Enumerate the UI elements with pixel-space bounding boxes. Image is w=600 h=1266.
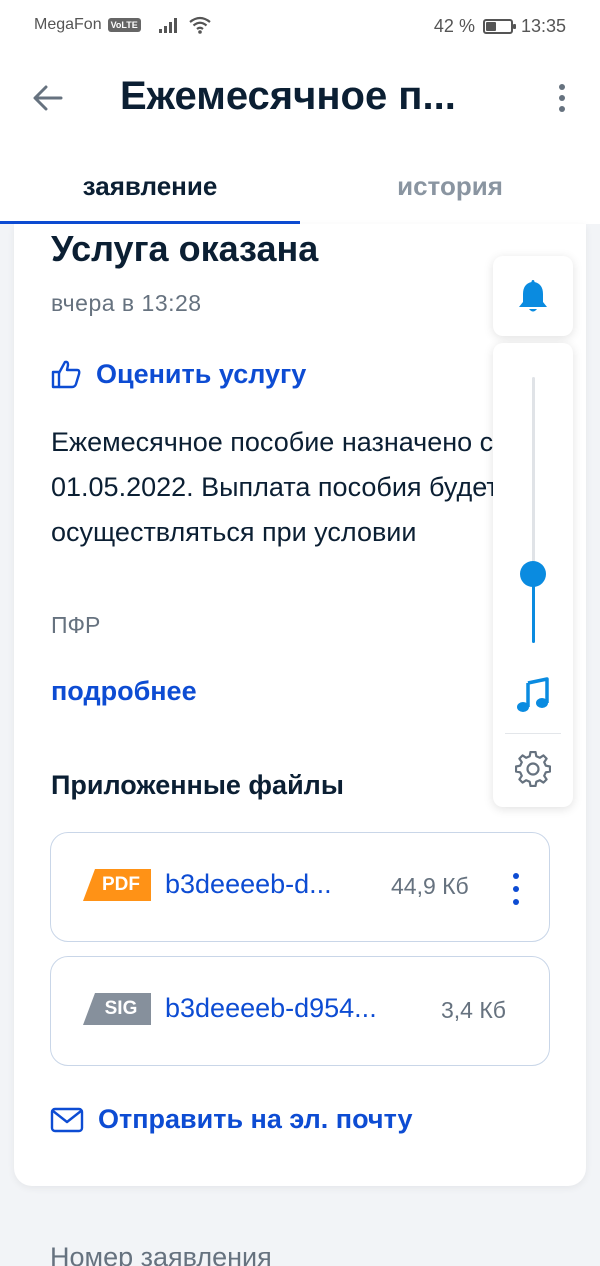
back-button[interactable] xyxy=(28,78,68,118)
more-dot xyxy=(559,84,565,90)
status-timestamp: вчера в 13:28 xyxy=(51,290,202,316)
volume-panel-divider xyxy=(505,733,561,734)
file-item[interactable]: PDF b3deeeeb-d... 44,9 Кб xyxy=(50,832,550,942)
carrier-name: MegaFon xyxy=(34,16,102,33)
source-agency: ПФР xyxy=(51,612,101,638)
file-item[interactable]: SIG b3deeeeb-d954... 3,4 Кб xyxy=(50,956,550,1066)
tab-history[interactable]: история xyxy=(300,148,600,224)
application-number-label: Номер заявления xyxy=(50,1242,272,1266)
file-size: 44,9 Кб xyxy=(391,873,469,899)
tab-bar: заявление история xyxy=(0,148,600,224)
more-dot xyxy=(513,873,519,879)
rate-service-label: Оценить услугу xyxy=(96,358,307,389)
more-dot xyxy=(559,106,565,112)
status-bar-left: MegaFon VoLTE xyxy=(34,16,211,34)
signal-icon xyxy=(158,17,177,33)
battery-percent: 42 % xyxy=(433,16,475,36)
volume-slider-track[interactable] xyxy=(532,377,535,643)
file-more-button[interactable] xyxy=(511,873,521,905)
volume-panel xyxy=(493,343,573,807)
thumbs-up-icon xyxy=(51,360,81,389)
send-email-label: Отправить на эл. почту xyxy=(98,1104,413,1134)
rate-service-link[interactable]: Оценить услугу xyxy=(50,358,306,390)
arrow-left-icon xyxy=(33,85,63,111)
status-title: Услуга оказана xyxy=(51,228,319,269)
attached-files-heading: Приложенные файлы xyxy=(51,770,344,800)
clock: 13:35 xyxy=(520,16,566,36)
bell-icon xyxy=(519,280,547,312)
more-dot xyxy=(559,95,565,101)
status-bar-right: 42 % 13:35 xyxy=(434,16,566,37)
music-note-icon xyxy=(517,677,549,712)
file-size: 3,4 Кб xyxy=(441,997,506,1023)
gear-icon[interactable] xyxy=(515,751,551,787)
envelope-icon xyxy=(50,1107,84,1132)
send-email-link[interactable]: Отправить на эл. почту xyxy=(50,1104,413,1135)
tab-application[interactable]: заявление xyxy=(0,148,300,224)
battery-icon xyxy=(482,19,516,34)
file-name: b3deeeeb-d954... xyxy=(165,993,377,1023)
details-link[interactable]: подробнее xyxy=(51,676,197,707)
page-title: Ежемесячное п... xyxy=(120,74,456,118)
status-bar: MegaFon VoLTE 42 % 13:35 xyxy=(0,0,600,52)
ringer-mode-button[interactable] xyxy=(493,256,573,336)
more-menu-button[interactable] xyxy=(550,78,574,118)
more-dot xyxy=(513,886,519,892)
volume-slider-thumb[interactable] xyxy=(520,561,546,587)
more-dot xyxy=(513,899,519,905)
file-name: b3deeeeb-d... xyxy=(165,869,332,899)
status-description: Ежемесячное пособие назначено с 01.05.20… xyxy=(51,427,499,547)
wifi-icon xyxy=(189,16,211,34)
sig-file-icon: SIG xyxy=(83,993,151,1025)
volte-badge: VoLTE xyxy=(107,18,141,32)
app-bar: Ежемесячное п... xyxy=(0,52,600,148)
pdf-file-icon: PDF xyxy=(83,869,151,901)
